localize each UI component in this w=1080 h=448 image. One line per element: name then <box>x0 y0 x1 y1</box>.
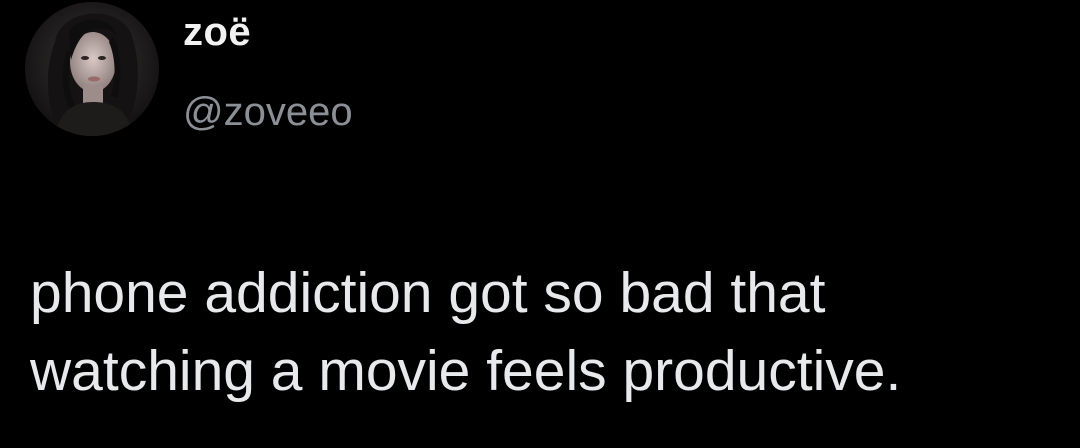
tweet-text-line: watching a movie feels productive. <box>30 339 902 403</box>
tweet-card: zoë @zoveeo phone addiction got so bad t… <box>0 0 1080 448</box>
display-name[interactable]: zoë <box>183 8 251 56</box>
user-handle[interactable]: @zoveeo <box>183 88 353 136</box>
tweet-text-line: phone addiction got so bad that <box>30 261 826 325</box>
tweet-text: phone addiction got so bad that watching… <box>30 254 1060 410</box>
profile-photo-icon <box>25 2 159 136</box>
avatar[interactable] <box>25 2 159 136</box>
